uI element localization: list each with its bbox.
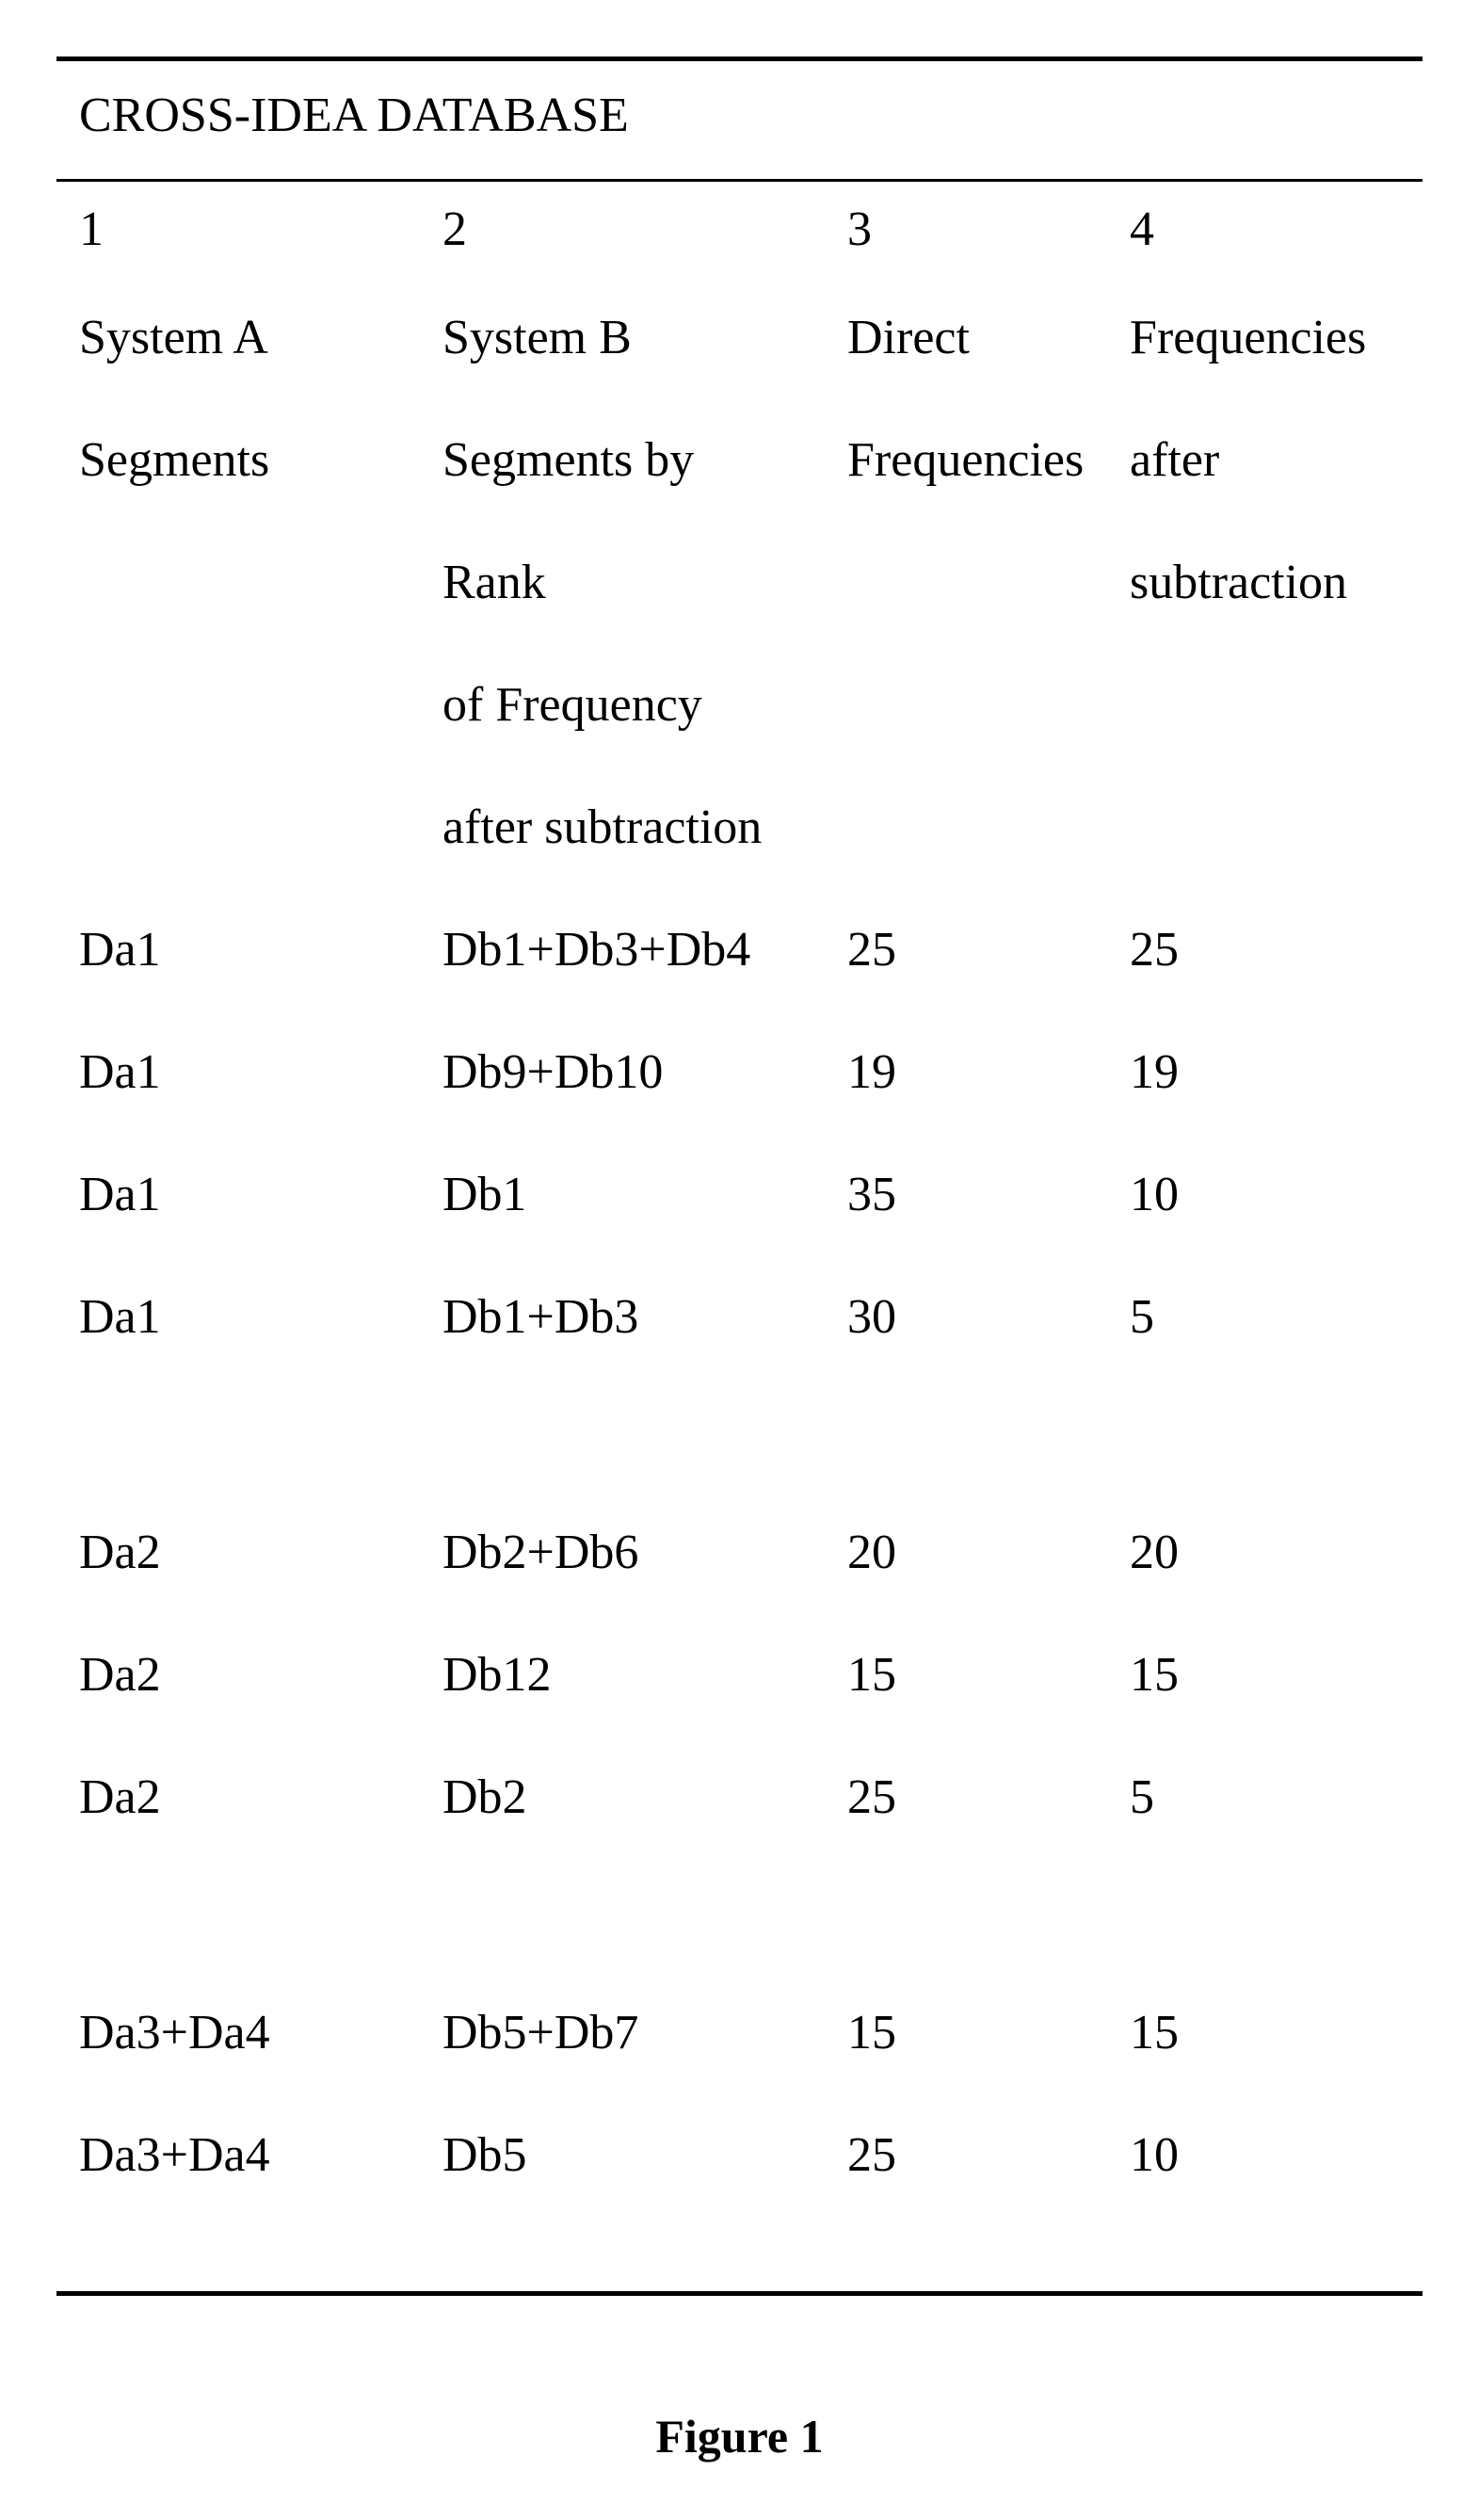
- table-cell: Da3+Da4: [56, 1971, 442, 2093]
- col1-label-l4: [56, 643, 442, 766]
- table-cell: Db1+Db3: [442, 1255, 838, 1378]
- table-cell: Da2: [56, 1736, 442, 1858]
- table-cell: Da1: [56, 1255, 442, 1378]
- col4-label-l1: Frequencies: [1130, 276, 1423, 398]
- col1-label-l2: Segments: [56, 398, 442, 521]
- table-cell: Db5+Db7: [442, 1971, 838, 2093]
- col2-label-l4: of Frequency: [442, 643, 838, 766]
- col-number-2: 2: [442, 182, 838, 276]
- table-cell: 25: [838, 888, 1130, 1010]
- col2-label-l1: System B: [442, 276, 838, 398]
- table-cell: 10: [1130, 1133, 1423, 1255]
- col3-label-l3: [838, 521, 1130, 643]
- table-cell: Da1: [56, 1010, 442, 1133]
- table-cell: 20: [1130, 1491, 1423, 1613]
- table-cell: 19: [838, 1010, 1130, 1133]
- table-cell: Db1: [442, 1133, 838, 1255]
- col2-label-l5: after subtraction: [442, 766, 838, 888]
- col4-label-l2: after: [1130, 398, 1423, 521]
- figure-caption: Figure 1: [56, 2409, 1423, 2463]
- table-cell: Da3+Da4: [56, 2093, 442, 2216]
- col-number-1: 1: [56, 182, 442, 276]
- table-cell: 15: [1130, 1971, 1423, 2093]
- col1-label-l1: System A: [56, 276, 442, 398]
- table-cell: Da2: [56, 1613, 442, 1736]
- table-grid: 1 2 3 4 System A System B Direct Frequen…: [56, 182, 1423, 2216]
- table-cell: 30: [838, 1255, 1130, 1378]
- row-group-gap: [56, 1378, 1423, 1491]
- col1-label-l5: [56, 766, 442, 888]
- col4-label-l3: subtraction: [1130, 521, 1423, 643]
- table-cell: 25: [838, 1736, 1130, 1858]
- table-cell: Db2: [442, 1736, 838, 1858]
- col2-label-l2: Segments by: [442, 398, 838, 521]
- table-cell: Db1+Db3+Db4: [442, 888, 838, 1010]
- table-title: CROSS-IDEA DATABASE: [56, 61, 1423, 179]
- col-number-3: 3: [838, 182, 1130, 276]
- table-cell: Db5: [442, 2093, 838, 2216]
- table-cell: 5: [1130, 1736, 1423, 1858]
- table-cell: Db9+Db10: [442, 1010, 838, 1133]
- table-cell: Da1: [56, 888, 442, 1010]
- table-cell: 10: [1130, 2093, 1423, 2216]
- table-cell: Da2: [56, 1491, 442, 1613]
- col3-label-l4: [838, 643, 1130, 766]
- col3-label-l2: Frequencies: [838, 398, 1130, 521]
- col2-label-l3: Rank: [442, 521, 838, 643]
- col4-label-l4: [1130, 643, 1423, 766]
- data-table: CROSS-IDEA DATABASE 1 2 3 4 System A Sys…: [56, 57, 1423, 2296]
- table-cell: Db2+Db6: [442, 1491, 838, 1613]
- table-cell: 35: [838, 1133, 1130, 1255]
- col4-label-l5: [1130, 766, 1423, 888]
- table-cell: Db12: [442, 1613, 838, 1736]
- table-cell: 20: [838, 1491, 1130, 1613]
- row-group-gap: [56, 1858, 1423, 1971]
- table-cell: 25: [838, 2093, 1130, 2216]
- table-cell: 5: [1130, 1255, 1423, 1378]
- col3-label-l5: [838, 766, 1130, 888]
- table-cell: Da1: [56, 1133, 442, 1255]
- col3-label-l1: Direct: [838, 276, 1130, 398]
- table-cell: 19: [1130, 1010, 1423, 1133]
- table-cell: 15: [838, 1971, 1130, 2093]
- table-cell: 15: [1130, 1613, 1423, 1736]
- table-cell: 25: [1130, 888, 1423, 1010]
- table-cell: 15: [838, 1613, 1130, 1736]
- col-number-4: 4: [1130, 182, 1423, 276]
- col1-label-l3: [56, 521, 442, 643]
